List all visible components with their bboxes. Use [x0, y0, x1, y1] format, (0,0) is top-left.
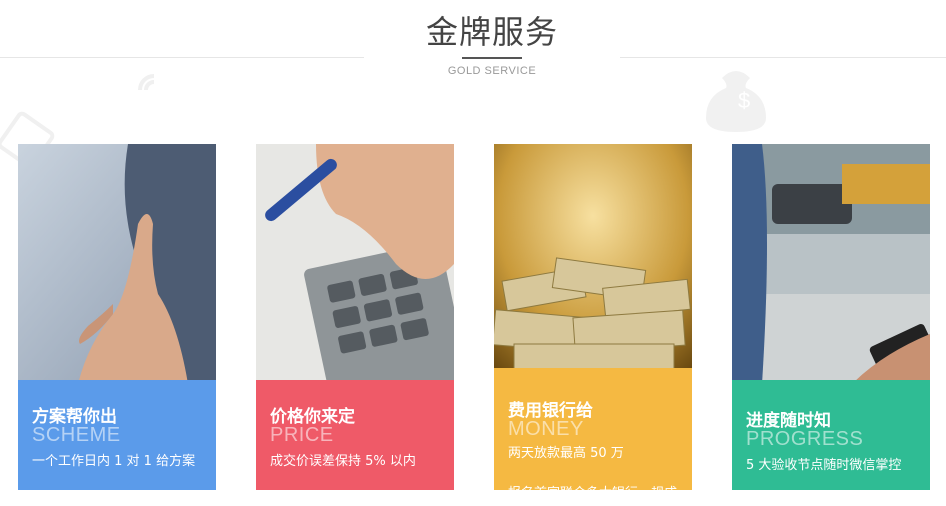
card-description: 两天放款最高 50 万 [508, 446, 624, 461]
title-underline [462, 57, 522, 59]
card-title-en: MONEY [508, 418, 584, 440]
card-title-en: SCHEME [32, 424, 121, 446]
section-header: 金牌服务 GOLD SERVICE [364, 0, 620, 84]
card-panel: 费用银行给MONEY两天放款最高 50 万报名首家联合多大银行，规成 [494, 368, 692, 490]
calculator-photo [256, 144, 454, 384]
money-pile-photo [494, 144, 692, 384]
section-title: 金牌服务 [425, 13, 558, 51]
service-card-scheme[interactable]: 方案帮你出 SCHEME 一个工作日内 1 对 1 给方案 [18, 144, 216, 490]
wifi-icon [138, 74, 155, 91]
card-description: 5 大验收节点随时微信掌控 [746, 458, 902, 473]
svg-text:$: $ [738, 88, 750, 113]
card-title-en: PRICE [270, 424, 334, 446]
service-card-money[interactable]: 费用银行给MONEY两天放款最高 50 万报名首家联合多大银行，规成 [494, 144, 692, 490]
section-subtitle: GOLD SERVICE [447, 65, 537, 77]
card-panel: 进度随时知 PROGRESS 5 大验收节点随时微信掌控 [732, 380, 930, 490]
card-panel: 方案帮你出 SCHEME 一个工作日内 1 对 1 给方案 [18, 380, 216, 490]
moneybag-icon [706, 71, 766, 132]
service-card-progress[interactable]: 进度随时知 PROGRESS 5 大验收节点随时微信掌控 [732, 144, 930, 490]
service-card-price[interactable]: 价格你来定 PRICE 成交价误差保持 5% 以内 [256, 144, 454, 490]
handshake-photo [18, 144, 216, 384]
phone-street-photo [732, 144, 930, 384]
card-description-2: 报名首家联合多大银行，规成 [508, 482, 677, 490]
card-panel: 价格你来定 PRICE 成交价误差保持 5% 以内 [256, 380, 454, 490]
card-description: 一个工作日内 1 对 1 给方案 [32, 454, 196, 469]
card-description: 成交价误差保持 5% 以内 [270, 454, 416, 469]
card-title-en: PROGRESS [746, 428, 864, 450]
